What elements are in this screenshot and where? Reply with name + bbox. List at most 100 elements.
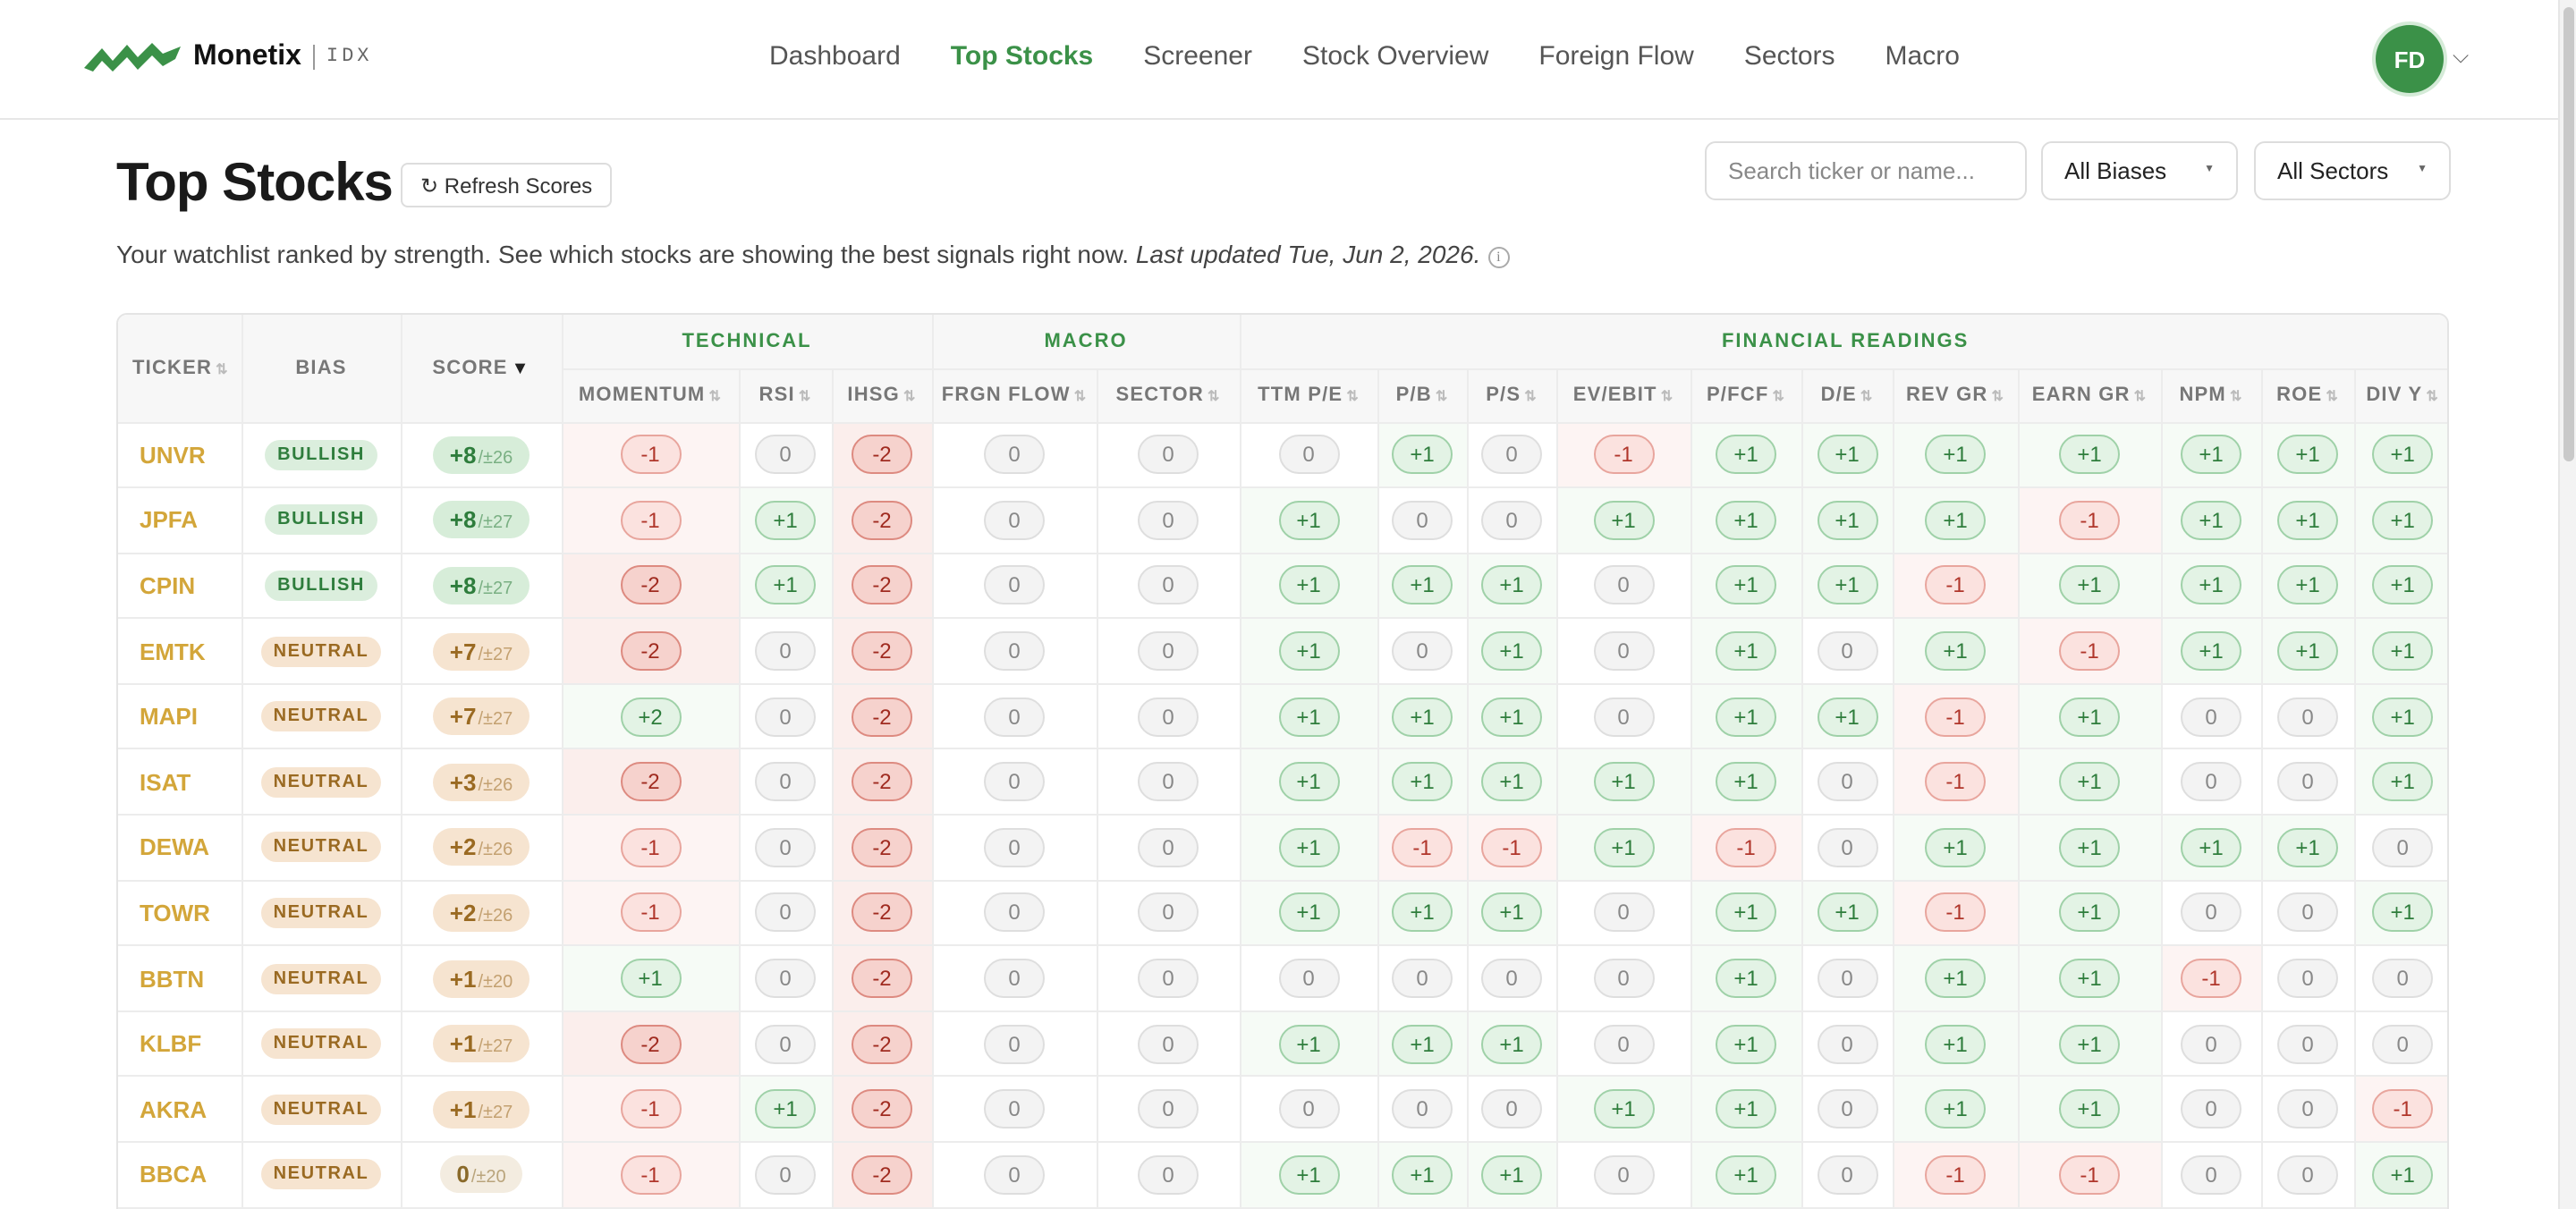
factor-cell: 0 xyxy=(2261,1010,2356,1078)
score-badge: +2/±26 xyxy=(433,893,530,932)
col-label: SECTOR xyxy=(1115,385,1204,406)
table-row[interactable]: ISAT NEUTRAL +3/±26 -2 0 -2 0 0 +1 +1 +1 +1 +1 0 -1 +1 0… xyxy=(118,748,2447,816)
factor-cell: -1 xyxy=(1893,880,2020,947)
factor-cell: -2 xyxy=(832,748,934,816)
factor-pill: 0 xyxy=(984,762,1046,802)
table-row[interactable]: UNVR BULLISH +8/±26 -1 0 -2 0 0 0 +1 0 -1 +1 +1 +1 +1 +1… xyxy=(118,422,2447,489)
factor-cell: +1 xyxy=(1556,1076,1692,1144)
col-momentum[interactable]: MOMENTUM ⇅ xyxy=(562,368,740,423)
factor-pill: +1 xyxy=(2372,435,2434,475)
table-row[interactable]: TOWR NEUTRAL +2/±26 -1 0 -2 0 0 +1 +1 +1 0 +1 +1 -1 +1 0… xyxy=(118,880,2447,947)
col-frgn-flow[interactable]: FRGN FLOW ⇅ xyxy=(932,368,1098,423)
factor-pill: 0 xyxy=(755,1024,816,1064)
col-score[interactable]: SCORE ▼ xyxy=(401,315,563,423)
col-ttm-p-e[interactable]: TTM P/E ⇅ xyxy=(1240,368,1379,423)
nav-dashboard[interactable]: Dashboard xyxy=(769,41,901,72)
factor-pill: +1 xyxy=(1716,762,1777,802)
col-ev-ebit[interactable]: EV/EBIT ⇅ xyxy=(1556,368,1692,423)
brand-logo[interactable]: Monetix IDX xyxy=(82,39,373,75)
factor-pill: 0 xyxy=(2181,762,2242,802)
table-row[interactable]: EMTK NEUTRAL +7/±27 -2 0 -2 0 0 +1 0 +1 0 +1 0 +1 -1 +1 +… xyxy=(118,618,2447,685)
factor-pill: +1 xyxy=(1593,500,1655,540)
factor-cell: +1 xyxy=(1377,422,1469,489)
ticker-cell[interactable]: CPIN xyxy=(118,553,242,620)
factor-cell: -2 xyxy=(832,880,934,947)
table-row[interactable]: JPFA BULLISH +8/±27 -1 +1 -2 0 0 +1 0 0 +1 +1 +1 +1 -1 +… xyxy=(118,487,2447,554)
factor-cell: +1 xyxy=(1377,1010,1469,1078)
col-sector[interactable]: SECTOR ⇅ xyxy=(1097,368,1241,423)
table-row[interactable]: DEWA NEUTRAL +2/±26 -1 0 -2 0 0 +1 -1 -1 +1 -1 0 +1 +1 +… xyxy=(118,815,2447,882)
ticker-cell[interactable]: TOWR xyxy=(118,880,242,947)
chevron-down-icon[interactable]: ⌵ xyxy=(2453,43,2469,70)
col-div-y[interactable]: DIV Y ⇅ xyxy=(2354,368,2447,423)
col-p-fcf[interactable]: P/FCF ⇅ xyxy=(1690,368,1803,423)
ticker-cell[interactable]: ISAT xyxy=(118,748,242,816)
factor-pill: 0 xyxy=(2181,697,2242,737)
table-row[interactable]: AKRA NEUTRAL +1/±27 -1 +1 -2 0 0 0 0 0 +1 +1 0 +1 +1 0 0-… xyxy=(118,1076,2447,1144)
col-ticker[interactable]: TICKER ⇅ xyxy=(118,315,242,423)
scrollbar-thumb[interactable] xyxy=(2563,7,2574,461)
col-ihsg[interactable]: IHSG ⇅ xyxy=(832,368,934,423)
ticker-cell[interactable]: MAPI xyxy=(118,683,242,750)
table-row[interactable]: CPIN BULLISH +8/±27 -2 +1 -2 0 0 +1 +1 +1 0 +1 +1 -1 +1… xyxy=(118,553,2447,620)
top-navbar: Monetix IDX Dashboard Top Stocks Screener S… xyxy=(0,0,2558,120)
table-row[interactable]: MAPI NEUTRAL +7/±27 +2 0 -2 0 0 +1 +1 +1 0 +1 +1 -1 +1 0… xyxy=(118,683,2447,750)
factor-cell: +1 xyxy=(1467,618,1558,685)
nav-screener[interactable]: Screener xyxy=(1143,41,1252,72)
factor-cell: -1 xyxy=(562,1142,740,1209)
col-rev-gr[interactable]: REV GR ⇅ xyxy=(1893,368,2020,423)
logo-mark-icon xyxy=(84,43,181,72)
score-range: /±20 xyxy=(470,1168,506,1188)
bias-filter-select[interactable]: All Biases ▼ xyxy=(2041,141,2238,200)
col-p-b[interactable]: P/B ⇅ xyxy=(1377,368,1469,423)
page-scrollbar[interactable] xyxy=(2558,0,2576,1209)
factor-cell: 0 xyxy=(2161,1142,2263,1209)
score-badge: +8/±26 xyxy=(433,435,530,474)
table-row[interactable]: BBTN NEUTRAL +1/±20 +1 0 -2 0 0 0 0 0 0 +1 0 +1 +1 -1 0 0 xyxy=(118,945,2447,1012)
col-roe[interactable]: ROE ⇅ xyxy=(2261,368,2356,423)
factor-pill: 0 xyxy=(1593,1024,1655,1064)
factor-pill: 0 xyxy=(984,892,1046,933)
factor-cell: +1 xyxy=(1240,1142,1379,1209)
col-npm[interactable]: NPM ⇅ xyxy=(2161,368,2263,423)
search-input[interactable] xyxy=(1705,141,2027,200)
info-icon[interactable]: i xyxy=(1487,246,1510,267)
nav-sectors[interactable]: Sectors xyxy=(1744,41,1835,72)
col-label: ROE xyxy=(2276,385,2323,406)
table-row[interactable]: BBCA NEUTRAL 0/±20 -1 0 -2 0 0 +1 +1 +1 0 +1 0 -1 -1 0 0 +… xyxy=(118,1142,2447,1209)
nav-macro[interactable]: Macro xyxy=(1885,41,1960,72)
factor-pill: 0 xyxy=(755,697,816,737)
col-earn-gr[interactable]: EARN GR ⇅ xyxy=(2018,368,2163,423)
factor-pill: +1 xyxy=(1278,565,1340,605)
col-rsi[interactable]: RSI ⇅ xyxy=(739,368,833,423)
ticker-cell[interactable]: KLBF xyxy=(118,1010,242,1078)
brand-divider xyxy=(313,45,316,70)
nav-foreign-flow[interactable]: Foreign Flow xyxy=(1538,41,1693,72)
user-avatar[interactable]: FD xyxy=(2376,25,2444,93)
nav-top-stocks[interactable]: Top Stocks xyxy=(951,41,1093,72)
sector-filter-select[interactable]: All Sectors ▼ xyxy=(2254,141,2451,200)
factor-pill: 0 xyxy=(1481,500,1543,540)
factor-cell: 0 xyxy=(2161,880,2263,947)
col-bias[interactable]: BIAS xyxy=(242,315,402,423)
refresh-scores-button[interactable]: ↻ Refresh Scores xyxy=(401,163,613,207)
ticker-cell[interactable]: EMTK xyxy=(118,618,242,685)
factor-cell: 0 xyxy=(932,748,1098,816)
factor-pill: 0 xyxy=(1392,500,1453,540)
col-d-e[interactable]: D/E ⇅ xyxy=(1801,368,1894,423)
ticker-cell[interactable]: UNVR xyxy=(118,422,242,489)
col-p-s[interactable]: P/S ⇅ xyxy=(1467,368,1558,423)
ticker-cell[interactable]: BBCA xyxy=(118,1142,242,1209)
factor-pill: 0 xyxy=(1278,1089,1340,1129)
factor-cell: +1 xyxy=(1377,1142,1469,1209)
factor-pill: +2 xyxy=(620,697,681,737)
factor-pill: +1 xyxy=(1392,1154,1453,1195)
table-row[interactable]: KLBF NEUTRAL +1/±27 -2 0 -2 0 0 +1 +1 +1 0 +1 0 +1 +1 0 0… xyxy=(118,1010,2447,1078)
factor-cell: -2 xyxy=(832,815,934,882)
nav-stock-overview[interactable]: Stock Overview xyxy=(1302,41,1488,72)
ticker-cell[interactable]: AKRA xyxy=(118,1076,242,1144)
ticker-cell[interactable]: DEWA xyxy=(118,815,242,882)
ticker-cell[interactable]: JPFA xyxy=(118,487,242,554)
ticker-cell[interactable]: BBTN xyxy=(118,945,242,1012)
factor-pill: 0 xyxy=(1593,697,1655,737)
